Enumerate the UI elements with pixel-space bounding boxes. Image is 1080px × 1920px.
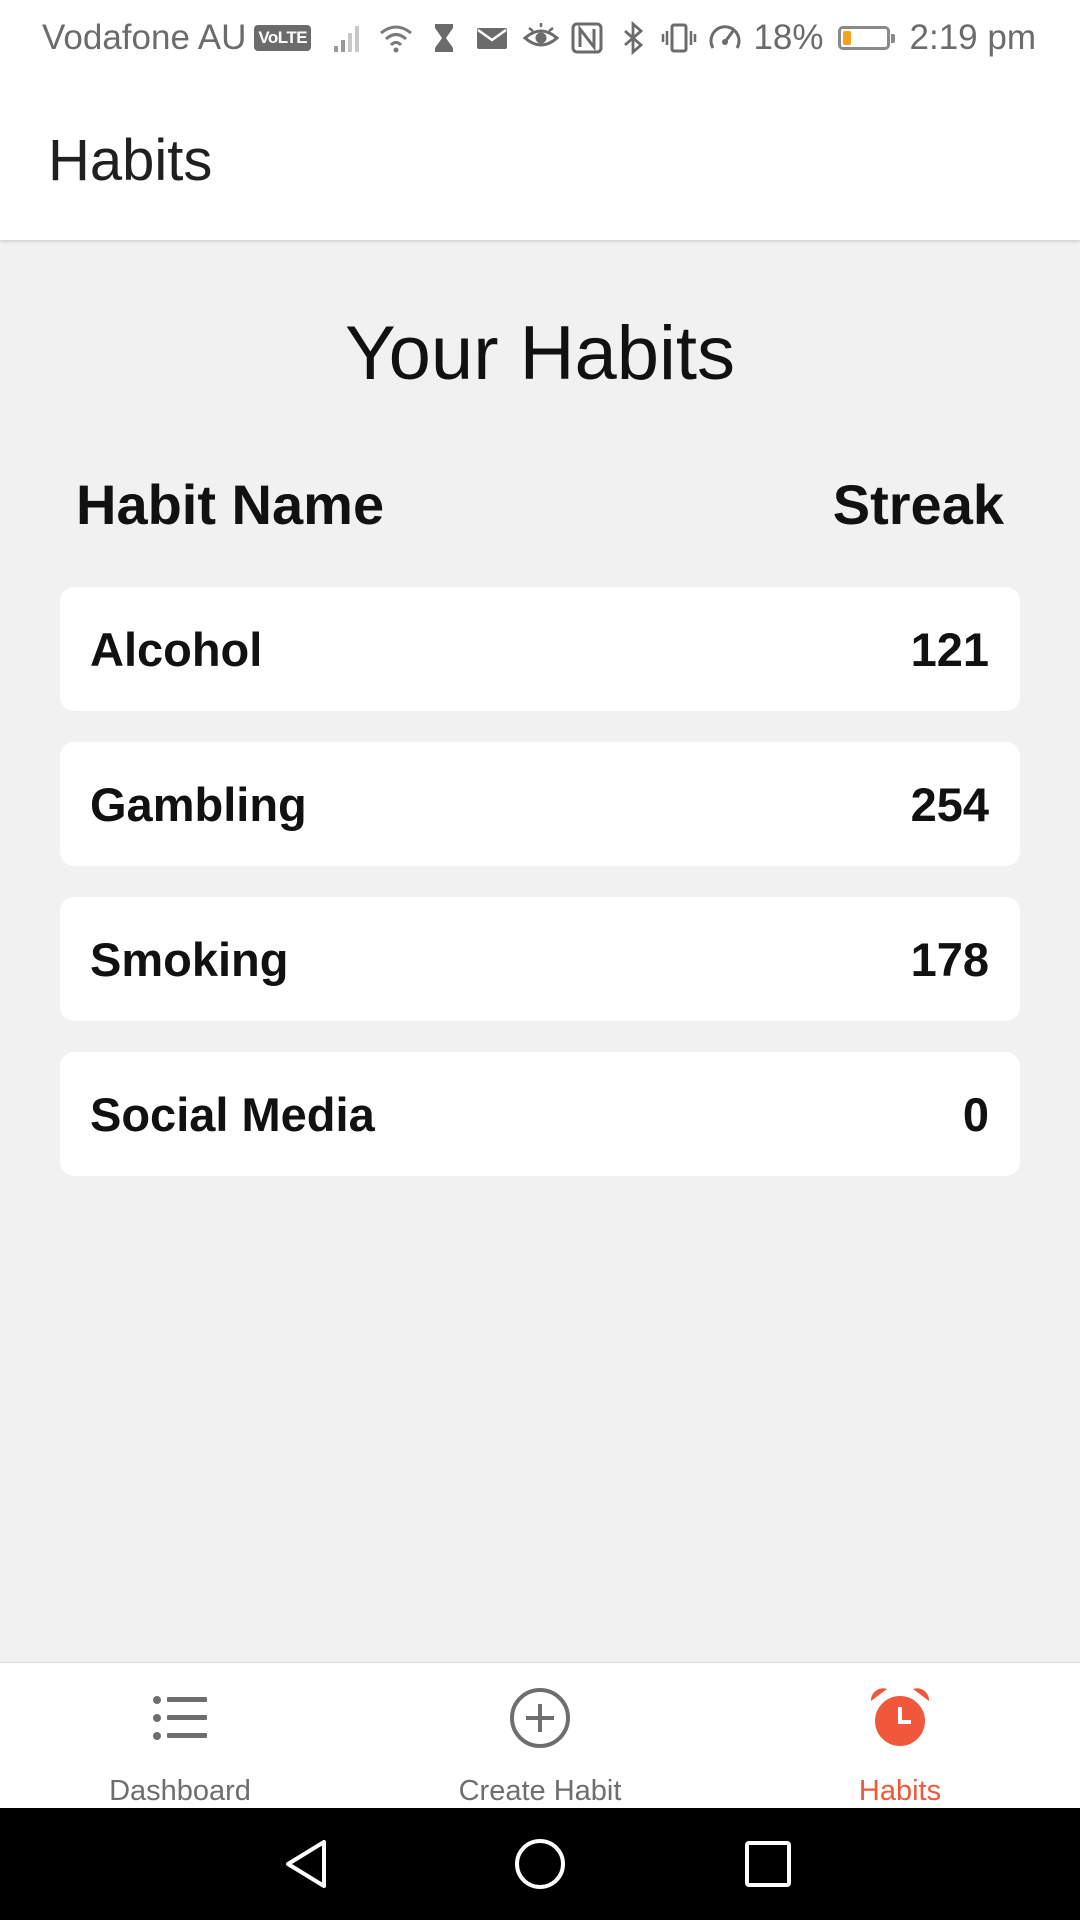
status-icons-right: 18% 2:19 pm [523, 0, 1036, 75]
habit-name: Alcohol [90, 622, 263, 676]
volte-badge: VoLTE [254, 24, 312, 51]
habit-row-social-media[interactable]: Social Media 0 [60, 1052, 1020, 1176]
habit-row-alcohol[interactable]: Alcohol 121 [60, 587, 1020, 711]
nav-habits[interactable]: Habits [720, 1663, 1080, 1808]
list-icon [147, 1685, 213, 1751]
eye-icon [523, 20, 560, 56]
app-bar-title: Habits [48, 128, 213, 193]
system-nav-bar [0, 1808, 1080, 1920]
habit-list: Alcohol 121 Gambling 254 Smoking 178 Soc… [60, 587, 1020, 1207]
nfc-icon [569, 20, 605, 56]
habit-name: Social Media [90, 1087, 375, 1141]
nav-dashboard[interactable]: Dashboard [0, 1663, 360, 1808]
hourglass-icon [426, 20, 462, 56]
habit-streak: 0 [962, 1087, 989, 1141]
vibrate-icon [661, 20, 697, 56]
page-heading: Your Habits [344, 311, 736, 396]
speedometer-icon [707, 20, 743, 56]
column-header-habit-name: Habit Name [76, 473, 385, 536]
app-bar: Habits [0, 75, 1080, 240]
habit-row-smoking[interactable]: Smoking 178 [60, 897, 1020, 1021]
nav-label: Habits [858, 1775, 942, 1807]
habit-name: Smoking [90, 932, 289, 986]
status-icons-left [330, 0, 510, 75]
wifi-icon [378, 20, 414, 56]
habit-name: Gambling [90, 777, 307, 831]
signal-icon [330, 20, 366, 56]
back-icon[interactable] [280, 1836, 336, 1892]
carrier-name: Vodafone AU [42, 17, 247, 57]
battery-fill [842, 30, 851, 45]
bottom-nav: Dashboard Create Habit Habits [0, 1662, 1080, 1808]
habit-row-gambling[interactable]: Gambling 254 [60, 742, 1020, 866]
habit-streak: 178 [910, 932, 989, 986]
bluetooth-icon [615, 20, 651, 56]
nav-label: Create Habit [458, 1775, 622, 1807]
nav-label: Dashboard [109, 1775, 251, 1807]
clock-time: 2:19 pm [909, 17, 1036, 57]
alarm-clock-icon [867, 1685, 933, 1751]
nav-create-habit[interactable]: Create Habit [360, 1663, 720, 1808]
habit-streak: 121 [910, 622, 989, 676]
home-icon[interactable] [512, 1836, 568, 1892]
habit-streak: 254 [910, 777, 989, 831]
mail-icon [474, 20, 510, 56]
status-bar: Vodafone AU VoLTE 18% 2:19 pm [0, 0, 1080, 75]
battery-icon [837, 25, 895, 50]
column-header-streak: Streak [832, 473, 1004, 536]
battery-percent: 18% [753, 17, 824, 57]
recents-icon[interactable] [740, 1836, 796, 1892]
add-circle-icon [507, 1685, 573, 1751]
status-left: Vodafone AU VoLTE [42, 0, 312, 75]
